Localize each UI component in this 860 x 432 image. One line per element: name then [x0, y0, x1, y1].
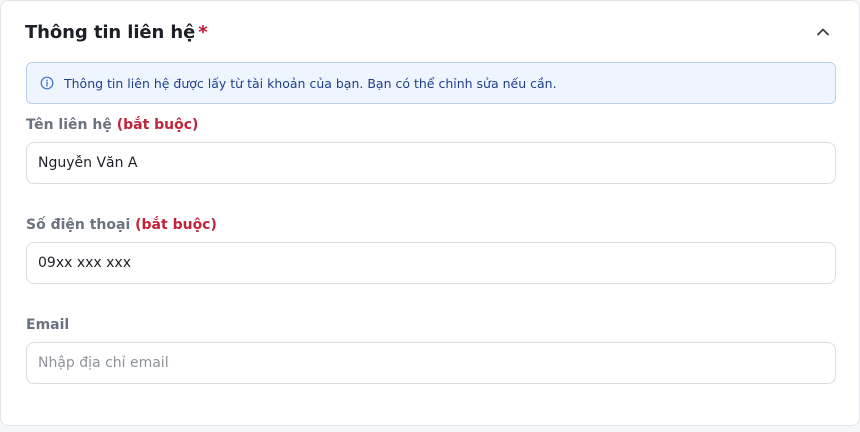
chevron-up-icon: [817, 28, 829, 36]
contact-name-label-text: Tên liên hệ: [26, 117, 112, 133]
phone-label: Số điện thoại (bắt buộc): [26, 217, 217, 233]
email-input[interactable]: [26, 342, 836, 384]
phone-label-text: Số điện thoại: [26, 217, 131, 233]
section-title: Thông tin liên hệ *: [25, 22, 208, 43]
collapse-button[interactable]: [811, 20, 835, 44]
contact-info-card: Thông tin liên hệ * Thông tin liên hệ đượ…: [0, 0, 860, 426]
section-title-text: Thông tin liên hệ: [25, 21, 196, 43]
email-label-text: Email: [26, 317, 70, 333]
contact-name-input[interactable]: [26, 142, 836, 184]
required-hint: (bắt buộc): [135, 217, 217, 233]
info-icon: [40, 76, 54, 90]
contact-name-label: Tên liên hệ (bắt buộc): [26, 117, 198, 133]
info-banner: Thông tin liên hệ được lấy từ tài khoản …: [26, 62, 836, 104]
section-header: Thông tin liên hệ *: [25, 19, 835, 45]
phone-input[interactable]: [26, 242, 836, 284]
email-label: Email: [26, 317, 69, 333]
required-hint: (bắt buộc): [116, 117, 199, 133]
info-banner-text: Thông tin liên hệ được lấy từ tài khoản …: [64, 75, 557, 91]
required-marker: *: [198, 21, 208, 43]
